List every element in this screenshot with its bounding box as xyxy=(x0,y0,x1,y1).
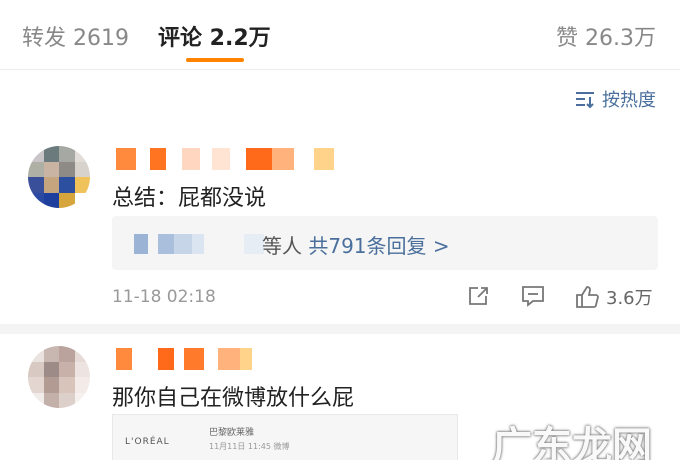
repost-icon xyxy=(469,287,488,305)
reply-count-link[interactable]: 共791条回复 > xyxy=(308,234,449,258)
tab-likes[interactable]: 赞 26.3万 xyxy=(556,20,656,52)
username-blurred[interactable] xyxy=(116,348,252,370)
avatar[interactable] xyxy=(28,346,90,408)
comment-button[interactable] xyxy=(520,284,546,308)
thumbs-up-icon xyxy=(576,286,599,308)
comment-text: 那你自己在微博放什么屁 xyxy=(112,386,355,411)
active-tab-indicator xyxy=(186,58,244,62)
comment-icon xyxy=(522,286,544,307)
username-blurred[interactable] xyxy=(116,148,334,170)
tab-reposts[interactable]: 转发 2619 xyxy=(22,20,129,52)
site-watermark: 广东龙网 xyxy=(492,424,652,460)
repost-button[interactable] xyxy=(466,284,492,308)
brand-logo: L'ORÉAL xyxy=(125,437,170,447)
reply-users-blurred xyxy=(134,234,264,254)
tab-comments[interactable]: 评论 2.2万 xyxy=(158,20,271,52)
tab-bar: 转发 2619 评论 2.2万 赞 26.3万 xyxy=(0,0,680,70)
like-button[interactable]: 3.6万 xyxy=(574,284,653,310)
comment-text: 总结：屁都没说 xyxy=(112,186,267,211)
sort-by-hot-button[interactable]: 按热度 xyxy=(574,86,656,112)
like-count: 3.6万 xyxy=(606,288,653,309)
avatar[interactable] xyxy=(28,146,90,208)
card-brand-name: 巴黎欧莱雅 xyxy=(209,428,255,438)
reply-summary[interactable]: 等人 共791条回复 > xyxy=(112,216,658,270)
reply-users-label: 等人 xyxy=(262,234,302,258)
embedded-post-card[interactable]: L'ORÉAL 巴黎欧莱雅 11月11日 11:45 微博 xyxy=(112,414,458,460)
sort-icon xyxy=(576,92,594,109)
comment-timestamp: 11-18 02:18 xyxy=(112,287,216,307)
comment-divider xyxy=(0,324,680,334)
sort-label: 按热度 xyxy=(602,90,656,111)
card-meta: 11月11日 11:45 微博 xyxy=(209,442,290,451)
